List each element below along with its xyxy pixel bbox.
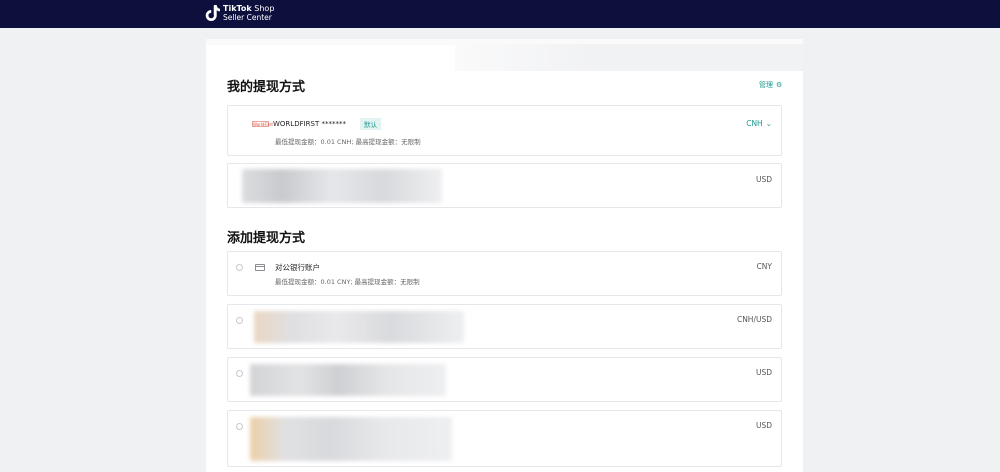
option-name: 对公银行账户 <box>275 263 320 272</box>
brand-name: TikTok <box>223 4 252 13</box>
redacted-option-info <box>254 311 464 343</box>
withdrawal-limit: 最低提现金额：0.01 CNH; 最高提现金额：无限制 <box>275 138 421 146</box>
redacted-account-info <box>242 169 442 203</box>
tiktok-logo-icon <box>205 5 220 21</box>
currency-selector[interactable]: CNH ⌄ <box>746 119 772 128</box>
radio-icon[interactable] <box>236 370 243 377</box>
redacted-option-info <box>250 364 446 396</box>
account-card-blurred[interactable]: USD <box>227 163 782 208</box>
add-methods-title: 添加提现方式 <box>227 231 306 246</box>
option-limit: 最低提现金额：0.01 CNY; 最高提现金额：无限制 <box>275 278 420 286</box>
currency-label: USD <box>755 368 772 377</box>
option-blurred-1[interactable]: CNH/USD <box>227 304 782 349</box>
currency-label: USD <box>755 175 772 184</box>
radio-icon[interactable] <box>236 423 243 430</box>
manage-link[interactable]: 管理 ⚙ <box>759 80 782 90</box>
currency-label: CNH/USD <box>736 315 772 324</box>
blurred-tab-strip <box>455 44 803 71</box>
option-blurred-2[interactable]: USD <box>227 357 782 402</box>
default-badge: 默认 <box>360 118 381 130</box>
radio-icon[interactable] <box>236 317 243 324</box>
gear-icon: ⚙ <box>776 81 783 89</box>
option-blurred-3[interactable]: USD <box>227 410 782 467</box>
brand-subtitle: Seller Center <box>223 13 272 22</box>
worldfirst-logo: WorldFirst <box>252 121 273 127</box>
option-corporate-bank[interactable]: 对公银行账户 最低提现金额：0.01 CNY; 最高提现金额：无限制 CNY <box>227 251 782 296</box>
top-navigation-bar: TikTok Shop Seller Center <box>0 0 1000 28</box>
my-methods-title: 我的提现方式 <box>227 80 306 95</box>
currency-label: CNY <box>756 262 772 271</box>
account-card-worldfirst[interactable]: WorldFirst WORLDFIRST ******* 默认 最低提现金额：… <box>227 105 782 156</box>
currency-label: USD <box>755 421 772 430</box>
radio-icon[interactable] <box>236 264 243 271</box>
account-name: WORLDFIRST ******* <box>273 120 346 128</box>
redacted-option-info <box>250 417 452 461</box>
tiktok-shop-logo[interactable]: TikTok Shop Seller Center <box>205 4 274 22</box>
brand-shop: Shop <box>254 4 275 13</box>
bank-card-icon <box>255 264 265 271</box>
currency-value: CNH <box>746 119 763 128</box>
manage-label: 管理 <box>759 81 773 89</box>
chevron-down-icon: ⌄ <box>765 119 772 128</box>
